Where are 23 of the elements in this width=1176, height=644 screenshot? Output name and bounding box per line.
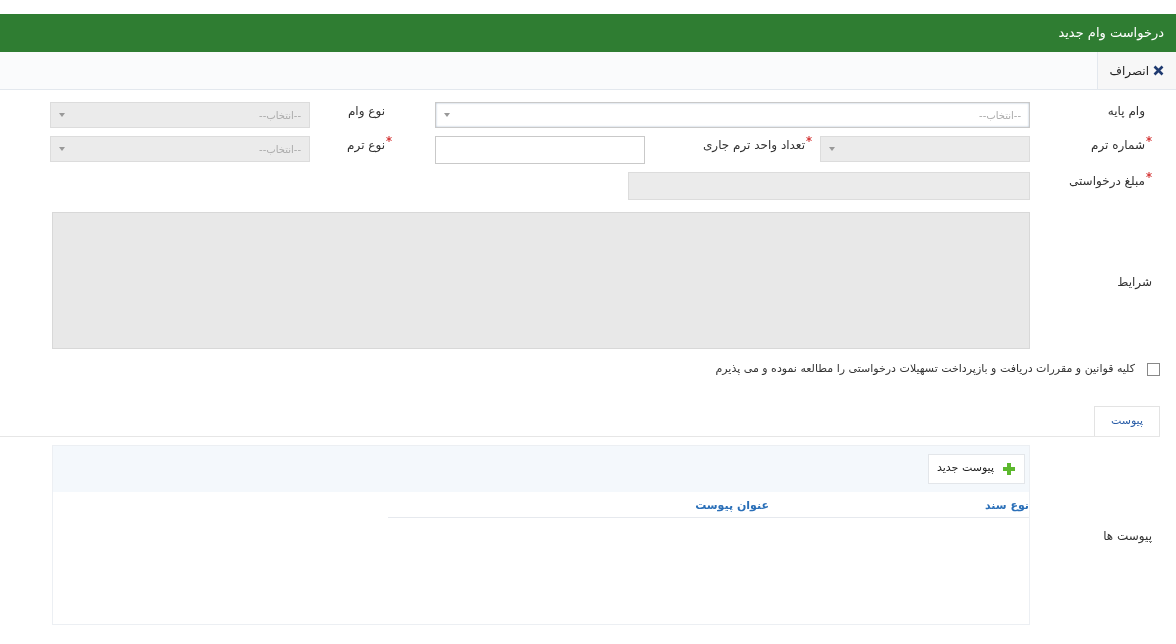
field-label: وام پایه bbox=[1107, 103, 1145, 120]
input-field[interactable] bbox=[435, 136, 645, 164]
field-label: نوع ترم bbox=[347, 137, 385, 154]
field-label: مبلغ درخواستی bbox=[1069, 173, 1145, 190]
caret-icon bbox=[59, 113, 65, 117]
field-label: شرایط bbox=[1117, 274, 1152, 289]
field-label: نوع وام bbox=[347, 103, 385, 120]
field-label: پیوست ها bbox=[1103, 528, 1152, 543]
close-icon bbox=[1153, 65, 1164, 76]
caret-icon bbox=[59, 147, 65, 151]
field-label: شماره ترم bbox=[1091, 137, 1145, 154]
agreement-text: کلیه قوانین و مقررات دریافت و بازپرداخت تسهیلات درخواستی را مطالعه نموده و می پذیرم bbox=[715, 361, 1135, 377]
column-header[interactable]: عنوان پیوست bbox=[695, 499, 769, 512]
add-attachment-button[interactable]: پیوست جدید bbox=[928, 453, 1025, 484]
plus-icon bbox=[1002, 461, 1016, 476]
caret-icon bbox=[444, 113, 450, 117]
field-label: تعداد واحد ترم جاری bbox=[702, 137, 805, 154]
checkbox[interactable] bbox=[1147, 362, 1160, 376]
tab[interactable]: پیوست bbox=[1093, 405, 1160, 436]
caret-icon bbox=[829, 147, 835, 151]
window-title: درخواست وام جدید bbox=[1058, 24, 1164, 43]
cancel-button[interactable]: انصراف bbox=[1096, 52, 1176, 89]
column-header[interactable]: نوع سند bbox=[984, 499, 1029, 512]
